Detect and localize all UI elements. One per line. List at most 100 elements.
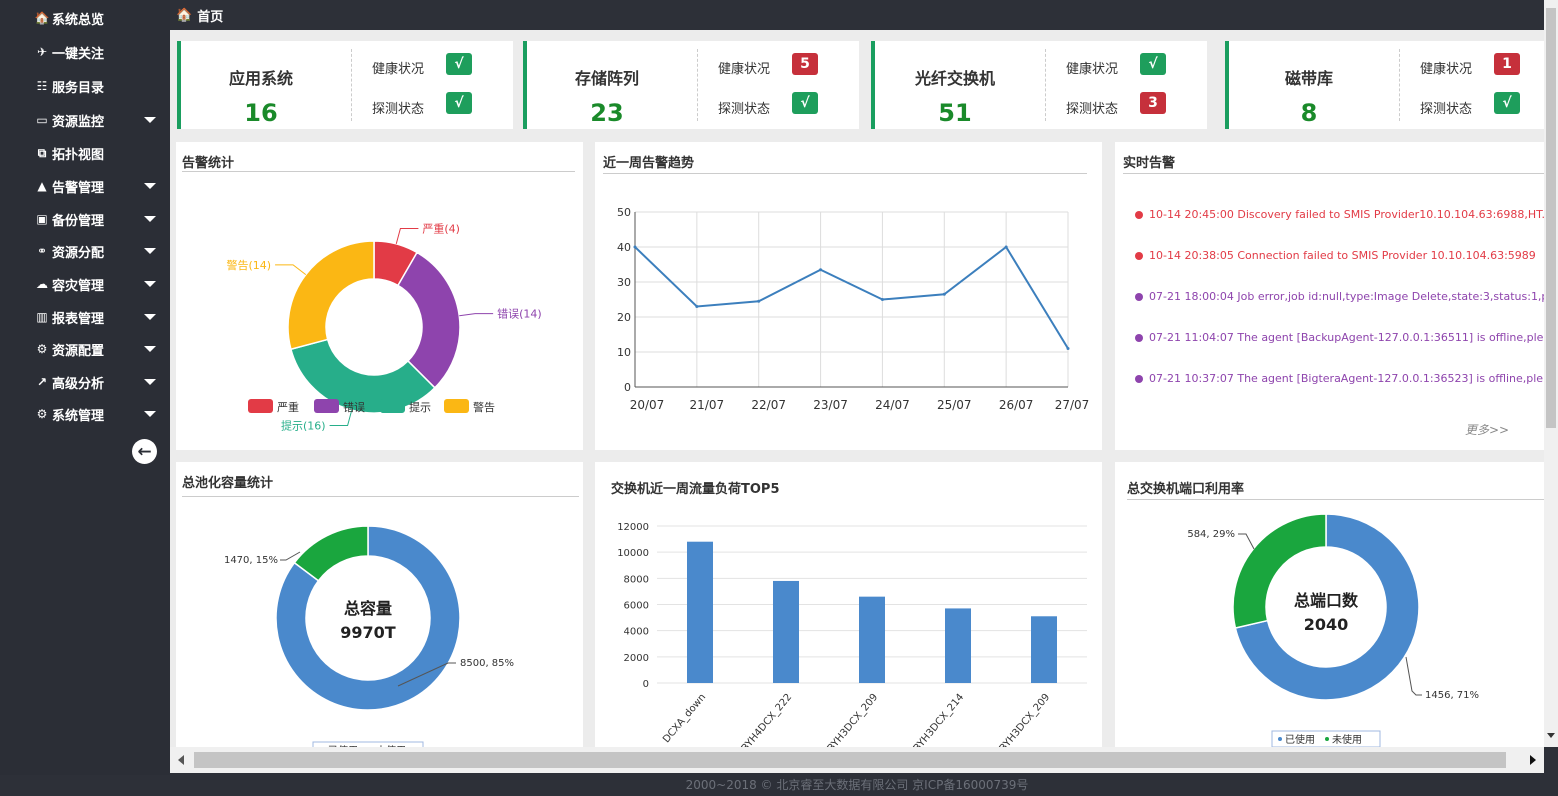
sidebar-item[interactable]: ▥ 报表管理 <box>0 301 170 333</box>
probe-badge[interactable]: √ <box>1494 92 1520 114</box>
sidebar-item[interactable]: ⚭ 资源分配 <box>0 235 170 267</box>
sidebar-item[interactable]: 🏠 系统总览 <box>0 2 170 34</box>
sidebar-item[interactable]: ▲ 告警管理 <box>0 170 170 202</box>
y-tick-label: 10000 <box>617 548 649 559</box>
bar[interactable] <box>945 608 971 683</box>
collapse-sidebar-button[interactable]: ← <box>132 439 157 464</box>
center-value: 9970T <box>340 623 396 642</box>
scroll-thumb[interactable] <box>1546 8 1556 428</box>
footer: 2000~2018 © 北京睿至大数据有限公司 京ICP备16000739号 <box>170 775 1544 796</box>
bar[interactable] <box>773 580 799 683</box>
arrow-left-icon: ← <box>137 441 152 462</box>
caret-down-icon[interactable] <box>144 379 156 385</box>
sidebar-item[interactable]: ⧉ 拓扑视图 <box>0 137 170 169</box>
alarm-item[interactable]: 10-14 20:45:00 Discovery failed to SMIS … <box>1135 208 1544 221</box>
sidebar-item[interactable]: ✈ 一键关注 <box>0 36 170 68</box>
alarm-dot-icon <box>1135 333 1143 342</box>
y-tick-label: 6000 <box>624 601 649 612</box>
sidebar-item[interactable]: ▭ 资源监控 <box>0 104 170 136</box>
caret-down-icon[interactable] <box>144 346 156 352</box>
label-line <box>459 313 494 317</box>
caret-down-icon[interactable] <box>144 281 156 287</box>
top5-bar-chart: 0 2000 4000 6000 8000 10000 12000 DCXA_down 1_BY… <box>617 522 1087 747</box>
caret-down-icon[interactable] <box>144 117 156 123</box>
caret-down-icon[interactable] <box>144 248 156 254</box>
alarm-donut-chart: 严重(4) 错误(14) 提示(16) 警告(14) 严重 错误 提示 警告 <box>226 221 542 433</box>
slice-label: 严重(4) <box>422 221 460 235</box>
x-tick-label: 23/07 <box>813 398 848 412</box>
data-point <box>695 305 699 308</box>
alarm-item[interactable]: 07-21 11:04:07 The agent [BackupAgent-12… <box>1135 331 1544 344</box>
scroll-left-icon[interactable] <box>178 755 184 765</box>
horizontal-scrollbar[interactable] <box>170 747 1544 773</box>
sidebar-item-label: 一键关注 <box>52 46 105 62</box>
x-tick-label: 21/07 <box>690 398 725 412</box>
sidebar-item[interactable]: ☷ 服务目录 <box>0 70 170 102</box>
summary-card[interactable]: 应用系统 16 健康状况 探测状态 √ √ <box>177 41 513 129</box>
caret-down-icon[interactable] <box>144 216 156 222</box>
probe-badge[interactable]: 3 <box>1140 92 1166 114</box>
caret-down-icon[interactable] <box>144 183 156 189</box>
bar[interactable] <box>687 541 713 683</box>
alarm-text: 07-21 18:00:04 Job error,job id:null,typ… <box>1149 290 1544 303</box>
data-point <box>1066 347 1070 350</box>
bar[interactable] <box>859 596 885 683</box>
x-tick-label: 24/07 <box>875 398 910 412</box>
slice-label: 提示(16) <box>281 420 326 433</box>
capacity-donut-chart: 总容量9970T8500, 85%1470, 15%已使用未使用 <box>224 525 514 747</box>
panel-title: 实时告警 <box>1123 156 1176 171</box>
save-icon: ▣ <box>36 212 48 226</box>
sidebar-item[interactable]: ▣ 备份管理 <box>0 203 170 235</box>
y-tick-label: 12000 <box>617 522 649 533</box>
health-badge[interactable]: 5 <box>792 53 818 75</box>
caret-down-icon[interactable] <box>144 411 156 417</box>
port-usage-panel: 总交换机端口利用率 总端口数 2040 1456, 71% 584, 29% 已使用 未使… <box>1115 462 1544 747</box>
x-tick-label: 20/07 <box>630 398 665 412</box>
summary-card[interactable]: 光纤交换机 51 健康状况 探测状态 √ 3 <box>871 41 1207 129</box>
bar[interactable] <box>1031 616 1057 683</box>
scroll-thumb[interactable] <box>194 752 1506 768</box>
slice-label: 1456, 71% <box>1425 690 1479 701</box>
more-link[interactable]: 更多>> <box>1465 421 1509 438</box>
sidebar-item[interactable]: ☁ 容灾管理 <box>0 268 170 300</box>
sidebar-item[interactable]: ⚙ 系统管理 <box>0 398 170 430</box>
sidebar-item[interactable]: ⚙ 资源配置 <box>0 333 170 365</box>
probe-badge[interactable]: √ <box>792 92 818 114</box>
summary-card[interactable]: 存储阵列 23 健康状况 探测状态 5 √ <box>523 41 859 129</box>
summary-card[interactable]: 磁带库 8 健康状况 探测状态 1 √ <box>1225 41 1544 129</box>
donut-slice[interactable] <box>1232 513 1327 629</box>
x-tick-label: 2_BYH3DCX_214 <box>904 692 966 747</box>
slice-label: 错误(14) <box>497 307 542 321</box>
scroll-down-icon[interactable] <box>1547 733 1555 738</box>
probe-badge[interactable]: √ <box>446 92 472 114</box>
alarm-text: 10-14 20:45:00 Discovery failed to SMIS … <box>1149 208 1544 221</box>
legend-label: 严重 <box>277 400 299 414</box>
label-line <box>1238 533 1255 550</box>
health-label: 健康状况 <box>718 62 771 77</box>
health-label: 健康状况 <box>372 62 425 77</box>
home-icon: 🏠 <box>34 11 50 25</box>
legend-dot <box>1278 737 1282 741</box>
donut-slice[interactable] <box>287 240 375 351</box>
alarm-item[interactable]: 07-21 18:00:04 Job error,job id:null,typ… <box>1135 290 1544 303</box>
caret-down-icon[interactable] <box>144 314 156 320</box>
health-badge[interactable]: 1 <box>1494 53 1520 75</box>
alarm-text: 07-21 10:37:07 The agent [BigteraAgent-1… <box>1149 372 1544 385</box>
bar-chart-icon: ▥ <box>36 310 48 324</box>
trend-line-chart: 0 10 20 30 40 50 20/07 21/07 22/07 23/07 24/07 25/0… <box>617 206 1089 412</box>
vertical-scrollbar[interactable] <box>1544 0 1558 747</box>
alarm-item[interactable]: 07-21 10:37:07 The agent [BigteraAgent-1… <box>1135 372 1544 385</box>
x-tick-label: 1_BYH3DCX_209 <box>990 692 1052 747</box>
scroll-right-icon[interactable] <box>1530 755 1536 765</box>
label-line <box>1405 656 1422 696</box>
health-badge[interactable]: √ <box>446 53 472 75</box>
y-tick-label: 50 <box>617 206 631 219</box>
warning-icon: ▲ <box>37 179 47 193</box>
sidebar-item[interactable]: ↗ 高级分析 <box>0 366 170 398</box>
sidebar-item-label: 服务目录 <box>52 80 105 96</box>
alarm-item[interactable]: 10-14 20:38:05 Connection failed to SMIS… <box>1135 249 1536 262</box>
breadcrumb-home[interactable]: 首页 <box>197 6 223 25</box>
y-tick-label: 10 <box>617 346 631 359</box>
probe-label: 探测状态 <box>372 102 425 117</box>
health-badge[interactable]: √ <box>1140 53 1166 75</box>
